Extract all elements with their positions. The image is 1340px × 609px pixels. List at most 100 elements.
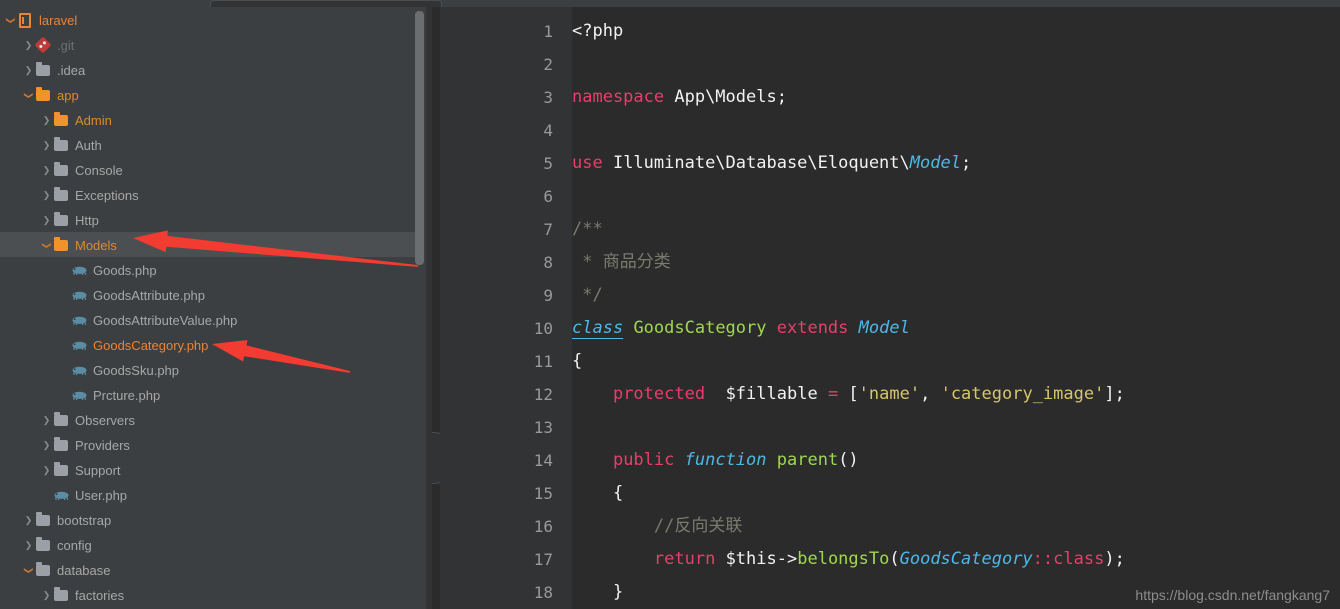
chevron-right-icon[interactable]: ❯ xyxy=(40,408,53,433)
chevron-right-icon[interactable]: ❯ xyxy=(40,208,53,233)
chevron-right-icon[interactable]: ❯ xyxy=(22,508,35,533)
code-line[interactable]: namespace App\Models; xyxy=(572,81,787,114)
folder-icon xyxy=(53,583,70,608)
tree-item-auth[interactable]: ❯ Auth xyxy=(0,132,420,157)
folder-icon xyxy=(53,183,70,208)
php-icon xyxy=(71,358,88,383)
code-token: parent xyxy=(776,450,839,470)
code-line[interactable]: * 商品分类 xyxy=(572,246,671,279)
tree-item-http[interactable]: ❯ Http xyxy=(0,207,420,232)
code-editor[interactable]: 1 2 3 4 5 6 7 8 9 10 11 12 13 14 15 16 17 18 <?php namespa… xyxy=(440,7,1340,609)
code-token: extends xyxy=(776,318,849,338)
tree-item-console[interactable]: ❯ Console xyxy=(0,157,420,182)
editor-tab-edge[interactable] xyxy=(210,0,442,7)
tree-item-app[interactable]: ❯ app xyxy=(0,82,420,107)
folder-icon xyxy=(53,433,70,458)
line-number: 8 xyxy=(543,253,553,272)
code-token: /** xyxy=(572,219,603,239)
code-token: class xyxy=(1053,549,1105,569)
code-line[interactable]: */ xyxy=(572,279,602,312)
tree-item-laravel[interactable]: ❯ laravel xyxy=(0,7,420,32)
tree-item-goodsattribute-php[interactable]: GoodsAttribute.php xyxy=(0,282,420,307)
code-token: ); xyxy=(1104,549,1125,569)
code-token: protected xyxy=(612,384,706,404)
code-line[interactable]: return $this->belongsTo(GoodsCategory::c… xyxy=(572,543,1125,576)
tree-item-label: Console xyxy=(75,163,123,179)
tree-item-observers[interactable]: ❯ Observers xyxy=(0,407,420,432)
project-tree-list[interactable]: ❯ laravel ❯ .git ❯ .idea ❯ app ❯ Admin ❯ Auth ❯ Conso… xyxy=(0,7,420,609)
tree-item-goodscategory-php[interactable]: GoodsCategory.php xyxy=(0,332,420,357)
code-token: namespace xyxy=(572,87,665,107)
php-icon xyxy=(71,308,88,333)
line-number: 3 xyxy=(543,88,553,107)
chevron-right-icon[interactable]: ❯ xyxy=(40,433,53,458)
folder-icon xyxy=(53,208,70,233)
tree-item-idea[interactable]: ❯ .idea xyxy=(0,57,420,82)
chevron-right-icon[interactable]: ❯ xyxy=(40,158,53,183)
chevron-right-icon[interactable]: ❯ xyxy=(40,458,53,483)
tree-item-config[interactable]: ❯ config xyxy=(0,532,420,557)
tree-item-bootstrap[interactable]: ❯ bootstrap xyxy=(0,507,420,532)
code-line[interactable]: class GoodsCategory extends Model xyxy=(572,312,910,345)
code-content[interactable]: <?php namespace App\Models; use Illuminate… xyxy=(572,7,1340,609)
code-line[interactable]: //反向关联 xyxy=(572,510,742,543)
tree-item-database[interactable]: ❯ database xyxy=(0,557,420,582)
code-token: :: xyxy=(1032,549,1054,569)
folder-orange xyxy=(53,108,70,133)
code-token: use xyxy=(572,153,603,173)
code-token: 'category_image' xyxy=(940,384,1105,404)
code-line[interactable]: /** xyxy=(572,213,603,246)
chevron-right-icon[interactable]: ❯ xyxy=(22,58,35,83)
tree-item-providers[interactable]: ❯ Providers xyxy=(0,432,420,457)
tree-item-label: database xyxy=(57,563,111,579)
code-token: class xyxy=(572,318,624,338)
tree-item-admin[interactable]: ❯ Admin xyxy=(0,107,420,132)
tree-item-models[interactable]: ❯ Models xyxy=(0,232,420,257)
code-token: * 商品分类 xyxy=(572,252,671,272)
tree-item-label: .git xyxy=(57,38,75,54)
line-number: 7 xyxy=(543,220,553,239)
code-line[interactable]: { xyxy=(572,345,582,378)
line-number: 4 xyxy=(543,121,553,140)
tree-item-prcture-php[interactable]: Prcture.php xyxy=(0,382,420,407)
tree-item-exceptions[interactable]: ❯ Exceptions xyxy=(0,182,420,207)
tree-item-label: User.php xyxy=(75,488,128,504)
tree-item-factories[interactable]: ❯ factories xyxy=(0,582,420,607)
tree-item-git[interactable]: ❯ .git xyxy=(0,32,420,57)
code-line[interactable]: } xyxy=(572,576,623,609)
tree-item-goodsattributevalue-php[interactable]: GoodsAttributeValue.php xyxy=(0,307,420,332)
code-line[interactable]: use Illuminate\Database\Eloquent\Model; xyxy=(572,147,971,180)
chevron-right-icon[interactable]: ❯ xyxy=(40,108,53,133)
code-line[interactable]: { xyxy=(572,477,623,510)
chevron-right-icon[interactable]: ❯ xyxy=(22,33,35,58)
tree-item-label: .idea xyxy=(57,63,86,79)
code-line[interactable]: protected $fillable = ['name', 'category… xyxy=(572,378,1125,411)
folder-icon xyxy=(53,458,70,483)
code-line[interactable]: <?php xyxy=(572,15,623,48)
line-number-gutter[interactable]: 1 2 3 4 5 6 7 8 9 10 11 12 13 14 15 16 17 18 xyxy=(440,7,572,609)
chevron-right-icon[interactable]: ❯ xyxy=(40,583,53,608)
code-line[interactable]: public function parent() xyxy=(572,444,859,477)
tree-item-support[interactable]: ❯ Support xyxy=(0,457,420,482)
code-token: , xyxy=(920,384,941,404)
tree-item-label: factories xyxy=(75,588,125,604)
line-number: 6 xyxy=(543,187,553,206)
tree-item-goodssku-php[interactable]: GoodsSku.php xyxy=(0,357,420,382)
tree-item-label: Auth xyxy=(75,138,102,154)
chevron-right-icon[interactable]: ❯ xyxy=(22,533,35,558)
chevron-right-icon[interactable]: ❯ xyxy=(40,183,53,208)
folder-icon xyxy=(53,408,70,433)
folder-icon xyxy=(53,133,70,158)
folder-icon xyxy=(53,158,70,183)
chevron-right-icon[interactable]: ❯ xyxy=(40,133,53,158)
tree-item-user-php[interactable]: User.php xyxy=(0,482,420,507)
tree-scrollbar-thumb[interactable] xyxy=(415,11,424,265)
tree-item-goods-php[interactable]: Goods.php xyxy=(0,257,420,282)
